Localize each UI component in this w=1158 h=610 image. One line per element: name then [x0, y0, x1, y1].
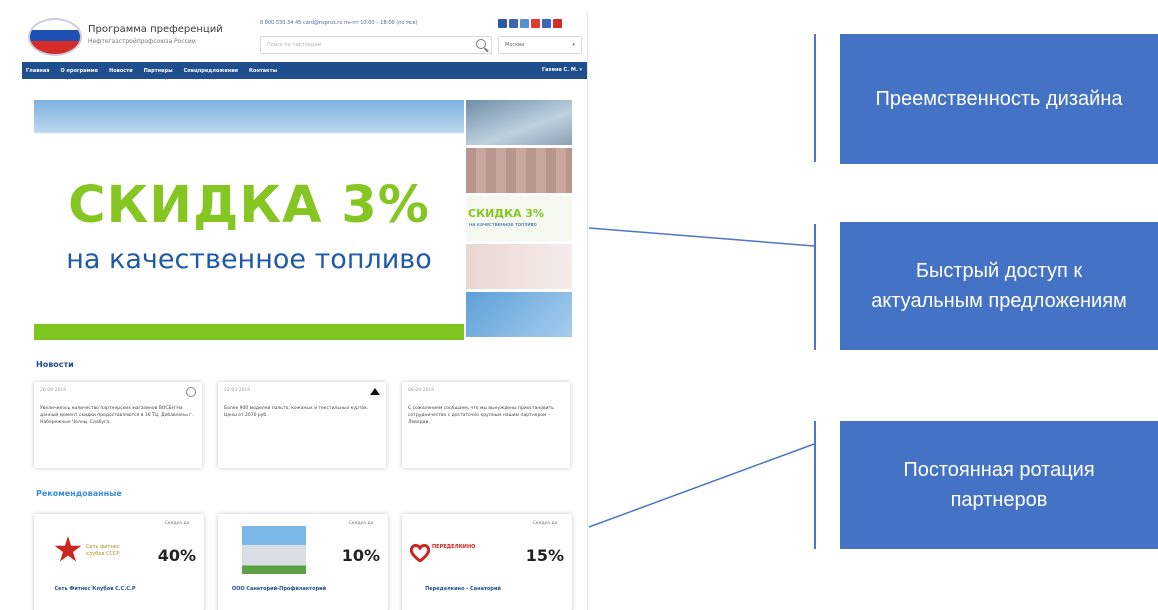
connector-line	[588, 227, 815, 247]
presentation-slide: Программа преференций Нефтегазстройпрофс…	[0, 0, 1158, 610]
annotation-partner-rotation: Постоянная ротация партнеров	[840, 421, 1158, 549]
bracket-line	[814, 34, 816, 162]
connector-line	[588, 443, 815, 528]
annotation-quick-access: Быстрый доступ к актуальным предложениям	[840, 222, 1158, 350]
bracket-line	[814, 421, 816, 549]
annotation-design-continuity: Преемственность дизайна	[840, 34, 1158, 164]
bracket-line	[814, 224, 816, 350]
